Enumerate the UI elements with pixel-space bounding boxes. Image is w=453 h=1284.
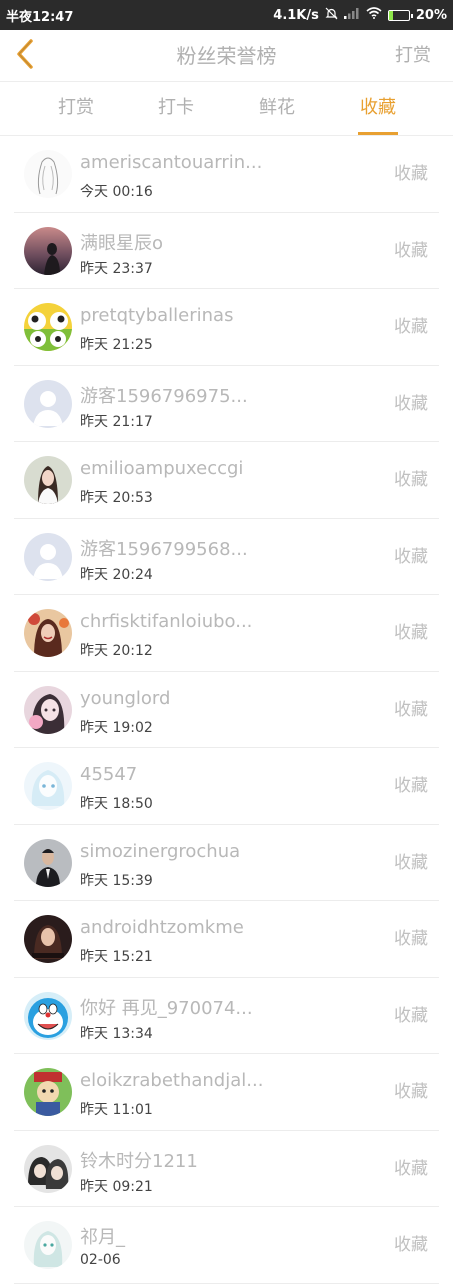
back-button[interactable] — [10, 38, 40, 74]
list-item[interactable]: 祁月_ 02-06 收藏 — [14, 1207, 439, 1284]
timestamp: 昨天 23:37 — [80, 260, 153, 277]
reward-button[interactable]: 打赏 — [395, 30, 431, 82]
tab-reward[interactable]: 打赏 — [46, 82, 106, 135]
tab-favorites[interactable]: 收藏 — [348, 82, 408, 135]
tab-checkin[interactable]: 打卡 — [146, 82, 206, 135]
status-bar: 半夜12:47 4.1K/s 20% — [0, 0, 453, 30]
list-item[interactable]: simozinergrochua 昨天 15:39 收藏 — [14, 825, 439, 901]
alarm-off-icon — [325, 7, 338, 24]
favorite-label: 收藏 — [394, 470, 428, 490]
avatar[interactable] — [24, 762, 72, 810]
signal-icon — [343, 7, 360, 23]
list-item[interactable]: 你好 再见_970074... 昨天 13:34 收藏 — [14, 978, 439, 1054]
chevron-left-icon — [14, 38, 36, 74]
user-name: 铃木时分1211 — [80, 1150, 198, 1172]
list-item[interactable]: 满眼星辰o 昨天 23:37 收藏 — [14, 213, 439, 289]
favorite-label: 收藏 — [394, 1235, 428, 1255]
avatar[interactable] — [24, 991, 72, 1040]
avatar[interactable] — [24, 915, 72, 963]
timestamp: 今天 00:16 — [80, 184, 153, 200]
header-bar: 粉丝荣誉榜 打赏 — [0, 30, 453, 82]
list-item[interactable]: 游客1596796975... 昨天 21:17 收藏 — [14, 366, 439, 442]
status-time: 半夜12:47 — [6, 9, 74, 25]
user-name: eloikzrabethandjal... — [80, 1070, 264, 1091]
user-name: pretqtyballerinas — [80, 305, 234, 326]
favorite-label: 收藏 — [394, 393, 428, 414]
avatar[interactable] — [24, 226, 72, 275]
page-title: 粉丝荣誉榜 — [176, 44, 277, 68]
network-speed: 4.1K/s — [273, 7, 319, 23]
user-name: emilioampuxeccgi — [80, 458, 244, 479]
favorite-label: 收藏 — [394, 1082, 428, 1102]
favorite-label: 收藏 — [394, 699, 428, 720]
timestamp: 昨天 11:01 — [80, 1102, 153, 1118]
timestamp: 昨天 13:34 — [80, 1025, 153, 1042]
timestamp: 02-06 — [80, 1252, 121, 1268]
user-name: 祁月_ — [80, 1227, 125, 1248]
list-item[interactable]: androidhtzomkme 昨天 15:21 收藏 — [14, 901, 439, 978]
timestamp: 昨天 20:12 — [80, 643, 153, 659]
avatar[interactable] — [24, 609, 72, 657]
timestamp: 昨天 20:53 — [80, 490, 153, 506]
list-item[interactable]: chrfisktifanloiubo... 昨天 20:12 收藏 — [14, 595, 439, 672]
user-name: 游客1596796975... — [80, 385, 248, 407]
timestamp: 昨天 15:39 — [80, 872, 153, 889]
favorite-label: 收藏 — [394, 164, 428, 184]
avatar[interactable] — [24, 303, 72, 351]
avatar[interactable] — [24, 838, 72, 887]
avatar[interactable] — [24, 1144, 72, 1193]
favorite-label: 收藏 — [394, 852, 428, 873]
favorite-label: 收藏 — [394, 929, 428, 949]
user-name: 游客1596799568... — [80, 538, 248, 560]
timestamp: 昨天 21:25 — [80, 337, 153, 353]
user-name: ameriscantouarrin... — [80, 152, 263, 173]
list-item[interactable]: 45547 昨天 18:50 收藏 — [14, 748, 439, 825]
list-item[interactable]: ameriscantouarrin... 今天 00:16 收藏 — [14, 136, 439, 213]
user-name: 满眼星辰o — [80, 232, 164, 254]
tab-bar: 打赏 打卡 鲜花 收藏 — [0, 82, 453, 136]
battery-percent: 20% — [415, 7, 447, 23]
favorite-label: 收藏 — [394, 1158, 428, 1179]
user-name: simozinergrochua — [80, 840, 241, 862]
avatar[interactable] — [24, 150, 72, 198]
timestamp: 昨天 21:17 — [80, 413, 153, 430]
favorite-label: 收藏 — [394, 776, 428, 796]
user-name: chrfisktifanloiubo... — [80, 611, 253, 632]
timestamp: 昨天 20:24 — [80, 566, 153, 583]
list-item[interactable]: younglord 昨天 19:02 收藏 — [14, 672, 439, 748]
favorite-label: 收藏 — [394, 546, 428, 567]
status-indicators: 4.1K/s 20% — [273, 7, 447, 24]
list-item[interactable]: eloikzrabethandjal... 昨天 11:01 收藏 — [14, 1054, 439, 1131]
favorite-label: 收藏 — [394, 240, 428, 261]
tab-flowers[interactable]: 鲜花 — [247, 82, 307, 135]
user-name: younglord — [80, 687, 171, 709]
user-name: 45547 — [80, 764, 138, 785]
battery-fill — [388, 10, 393, 20]
favorite-label: 收藏 — [394, 623, 428, 643]
avatar[interactable] — [24, 1068, 72, 1116]
avatar[interactable] — [24, 379, 72, 428]
list-item[interactable]: emilioampuxeccgi 昨天 20:53 收藏 — [14, 442, 439, 519]
list-item[interactable]: 铃木时分1211 昨天 09:21 收藏 — [14, 1131, 439, 1207]
user-name: 你好 再见_970074... — [80, 997, 253, 1019]
favorite-label: 收藏 — [394, 317, 428, 337]
timestamp: 昨天 19:02 — [80, 719, 153, 736]
avatar[interactable] — [24, 532, 72, 581]
timestamp: 昨天 18:50 — [80, 796, 153, 812]
favorites-list: ameriscantouarrin... 今天 00:16 收藏 满眼星辰o 昨… — [0, 136, 453, 1284]
favorite-label: 收藏 — [394, 1005, 428, 1026]
timestamp: 昨天 09:21 — [80, 1178, 153, 1195]
avatar[interactable] — [24, 1221, 72, 1269]
avatar[interactable] — [24, 685, 72, 734]
wifi-icon — [366, 7, 382, 23]
battery-charging-icon — [387, 9, 413, 21]
list-item[interactable]: pretqtyballerinas 昨天 21:25 收藏 — [14, 289, 439, 366]
user-name: androidhtzomkme — [80, 917, 244, 938]
list-item[interactable]: 游客1596799568... 昨天 20:24 收藏 — [14, 519, 439, 595]
avatar[interactable] — [24, 456, 72, 504]
timestamp: 昨天 15:21 — [80, 949, 153, 965]
